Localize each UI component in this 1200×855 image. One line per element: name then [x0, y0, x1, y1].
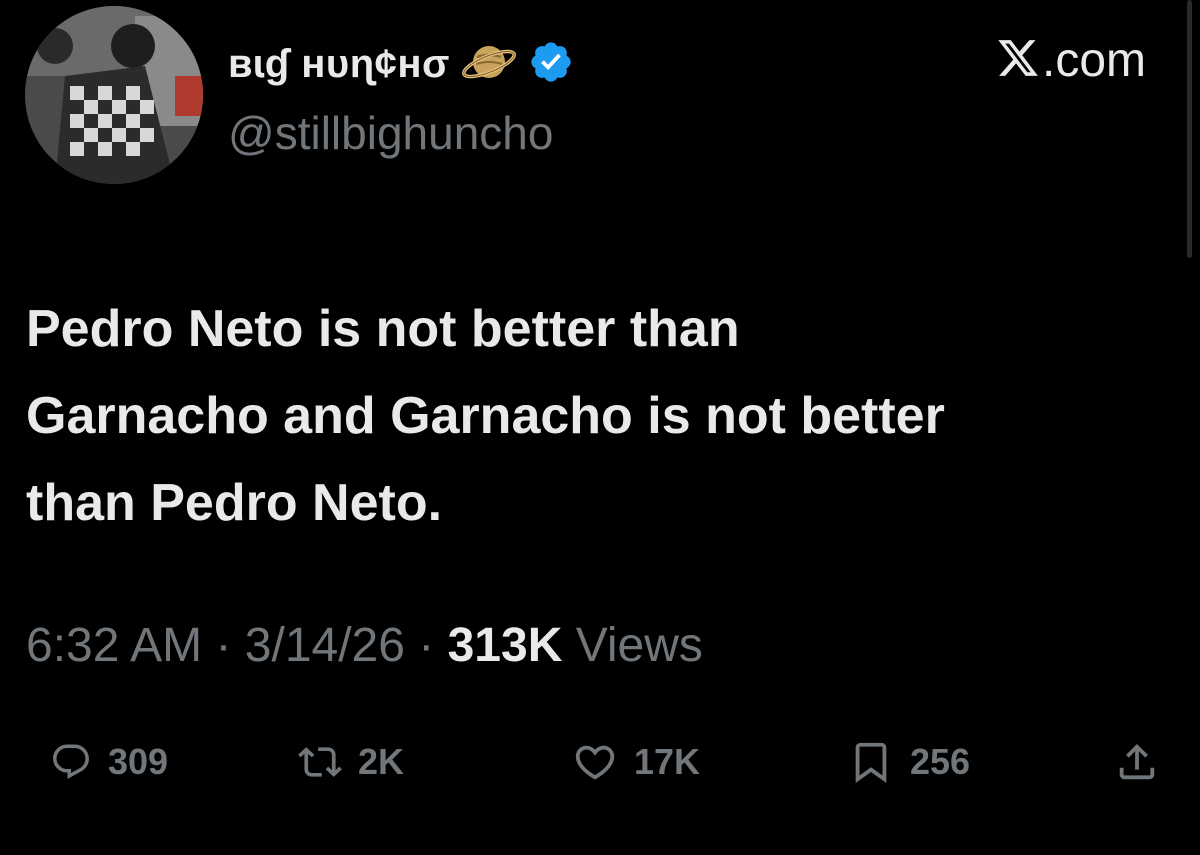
author-name-row[interactable]: ʙɩɠ ʜᴜɳ¢ʜσ: [228, 34, 574, 94]
share-button[interactable]: [1114, 734, 1160, 790]
display-name[interactable]: ʙɩɠ ʜᴜɳ¢ʜσ: [228, 42, 450, 87]
brand-watermark: .com: [996, 30, 1146, 90]
verified-badge-icon[interactable]: [528, 39, 574, 90]
tweet-text: Pedro Neto is not better than Garnacho a…: [26, 300, 945, 532]
scrollbar[interactable]: [1187, 0, 1192, 258]
reply-button[interactable]: 309: [50, 734, 168, 790]
like-button[interactable]: 17K: [572, 734, 700, 790]
repost-button[interactable]: 2K: [298, 734, 404, 790]
brand-suffix: .com: [1041, 33, 1146, 87]
reply-icon: [50, 741, 92, 783]
bookmark-icon: [848, 739, 894, 785]
author-handle[interactable]: @stillbighuncho: [228, 106, 553, 160]
tweet-meta: 6:32 AM · 3/14/26 · 313K Views: [26, 618, 703, 673]
heart-icon: [572, 739, 618, 785]
bookmark-button[interactable]: 256: [848, 734, 970, 790]
tweet-time[interactable]: 6:32 AM: [26, 619, 202, 672]
x-logo-icon: [996, 36, 1040, 85]
meta-separator: ·: [418, 619, 435, 672]
views-label: Views: [575, 619, 703, 672]
action-bar: 309 2K 17K 256: [0, 734, 1200, 790]
views-count: 313K: [447, 619, 563, 672]
share-icon: [1114, 739, 1160, 785]
like-count: 17K: [634, 741, 701, 782]
reply-count: 309: [108, 741, 169, 782]
repost-icon: [298, 740, 342, 784]
repost-count: 2K: [358, 741, 405, 782]
bookmark-count: 256: [910, 741, 971, 782]
tweet-date[interactable]: 3/14/26: [245, 619, 405, 672]
meta-separator: ·: [215, 619, 232, 672]
ringed-planet-icon: [460, 33, 518, 96]
avatar[interactable]: [25, 6, 203, 184]
